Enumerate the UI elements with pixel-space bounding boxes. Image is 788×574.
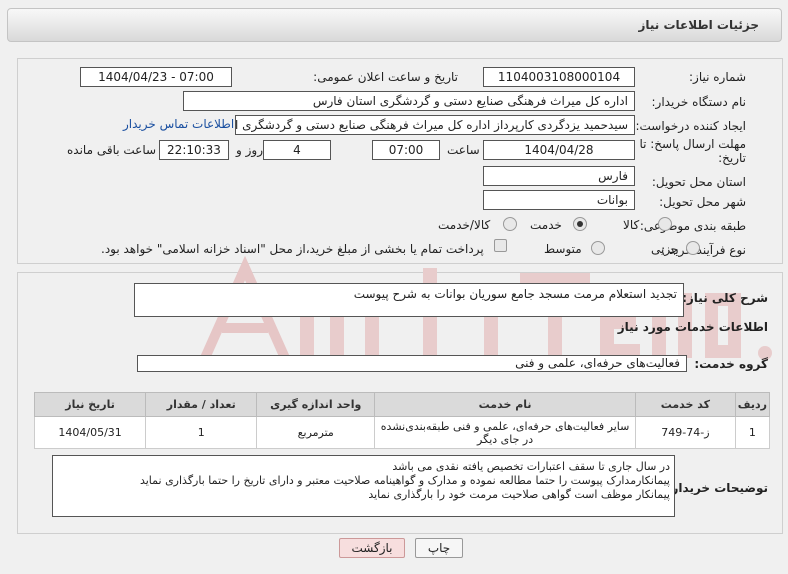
col-row: ردیف	[734, 392, 771, 417]
col-name: نام خدمت	[374, 392, 636, 417]
col-code: کد خدمت	[634, 392, 736, 417]
summary-label: شرح کلی نیاز:	[682, 291, 768, 305]
remaining-label: ساعت باقی مانده	[67, 143, 157, 157]
cell-row: 1	[734, 416, 771, 449]
hour-label: ساعت	[447, 143, 480, 157]
col-unit: واحد اندازه گیری	[256, 392, 376, 417]
remaining-time-field: 22:10:33	[159, 140, 229, 160]
category-option-goods-service: کالا/خدمت	[438, 218, 491, 232]
category-radio-goods-service[interactable]	[503, 217, 517, 231]
buyer-note-line: پیمانکارمدارک پیوست را حتما مطالعه نموده…	[139, 474, 670, 487]
panel-header: جزئیات اطلاعات نیاز	[7, 8, 782, 42]
page-title: جزئیات اطلاعات نیاز	[638, 18, 759, 32]
services-table: ردیف کد خدمت نام خدمت واحد اندازه گیری ت…	[33, 392, 771, 449]
services-section-title: اطلاعات خدمات مورد نیاز	[617, 320, 768, 334]
buyer-notes-label: توضیحات خریدار:	[666, 481, 768, 495]
province-label: استان محل تحویل:	[651, 175, 746, 189]
buyer-note-line: پیمانکار موظف است گواهی صلاحیت مرمت خود …	[368, 488, 670, 501]
province-field: فارس	[483, 166, 635, 186]
process-radio-minor[interactable]	[686, 241, 700, 255]
back-button[interactable]: بازگشت	[339, 538, 405, 558]
cell-name: سایر فعالیت‌های حرفه‌ای، علمی و فنی طبقه…	[374, 416, 636, 449]
treasury-checkbox[interactable]	[494, 239, 507, 252]
deadline-label-date: تاریخ:	[718, 151, 746, 165]
need-number-field: 1104003108000104	[483, 67, 635, 87]
process-radio-medium[interactable]	[591, 241, 605, 255]
deadline-label: مهلت ارسال پاسخ: تا	[639, 137, 746, 151]
cell-unit: مترمربع	[256, 416, 376, 449]
days-label: روز و	[236, 143, 263, 157]
category-option-service: خدمت	[530, 218, 562, 232]
city-field: بوانات	[483, 190, 635, 210]
remaining-days-field: 4	[263, 140, 331, 160]
creator-label: ایجاد کننده درخواست:	[635, 119, 746, 133]
summary-field: تجدید استعلام مرمت مسجد جامع سوریان بوان…	[134, 283, 684, 317]
category-radio-goods[interactable]	[658, 217, 672, 231]
city-label: شهر محل تحویل:	[659, 195, 746, 209]
announce-field: 1404/04/23 - 07:00	[80, 67, 232, 87]
process-option-medium: متوسط	[544, 242, 582, 256]
buyer-field: اداره کل میراث فرهنگی صنایع دستی و گردشگ…	[183, 91, 635, 111]
category-radio-service[interactable]	[573, 217, 587, 231]
print-button[interactable]: چاپ	[415, 538, 463, 558]
need-info-panel	[17, 58, 783, 264]
buyer-contact-link[interactable]: اطلاعات تماس خریدار	[123, 117, 234, 131]
treasury-payment-note: پرداخت تمام یا بخشی از مبلغ خرید،از محل …	[101, 242, 484, 256]
announce-label: تاریخ و ساعت اعلان عمومی:	[313, 70, 458, 84]
col-date: تاریخ نیاز	[33, 392, 147, 417]
deadline-time-field: 07:00	[372, 140, 440, 160]
creator-field: سیدحمید یزدگردی کارپرداز اداره کل میراث …	[235, 115, 635, 135]
category-label: طبقه بندی موضوعی:	[639, 219, 746, 233]
buyer-note-line: در سال جاری تا سقف اعتبارات تخصیص یافته …	[392, 460, 670, 473]
cell-qty: 1	[145, 416, 258, 449]
need-number-label: شماره نیاز:	[689, 70, 746, 84]
col-qty: تعداد / مقدار	[145, 392, 258, 417]
cell-date: 1404/05/31	[33, 416, 147, 449]
cell-code: ز-74-749	[634, 416, 736, 449]
service-group-label: گروه خدمت:	[694, 357, 768, 371]
category-option-goods: کالا	[623, 218, 640, 232]
service-group-field: فعالیت‌های حرفه‌ای، علمی و فنی	[137, 355, 687, 372]
services-table-header: ردیف کد خدمت نام خدمت واحد اندازه گیری ت…	[33, 392, 771, 417]
table-row: 1 ز-74-749 سایر فعالیت‌های حرفه‌ای، علمی…	[33, 416, 771, 449]
buyer-label: نام دستگاه خریدار:	[651, 95, 747, 109]
deadline-date-field: 1404/04/28	[483, 140, 635, 160]
buyer-notes-field: در سال جاری تا سقف اعتبارات تخصیص یافته …	[52, 455, 675, 517]
process-option-minor: جزیی	[651, 242, 679, 256]
